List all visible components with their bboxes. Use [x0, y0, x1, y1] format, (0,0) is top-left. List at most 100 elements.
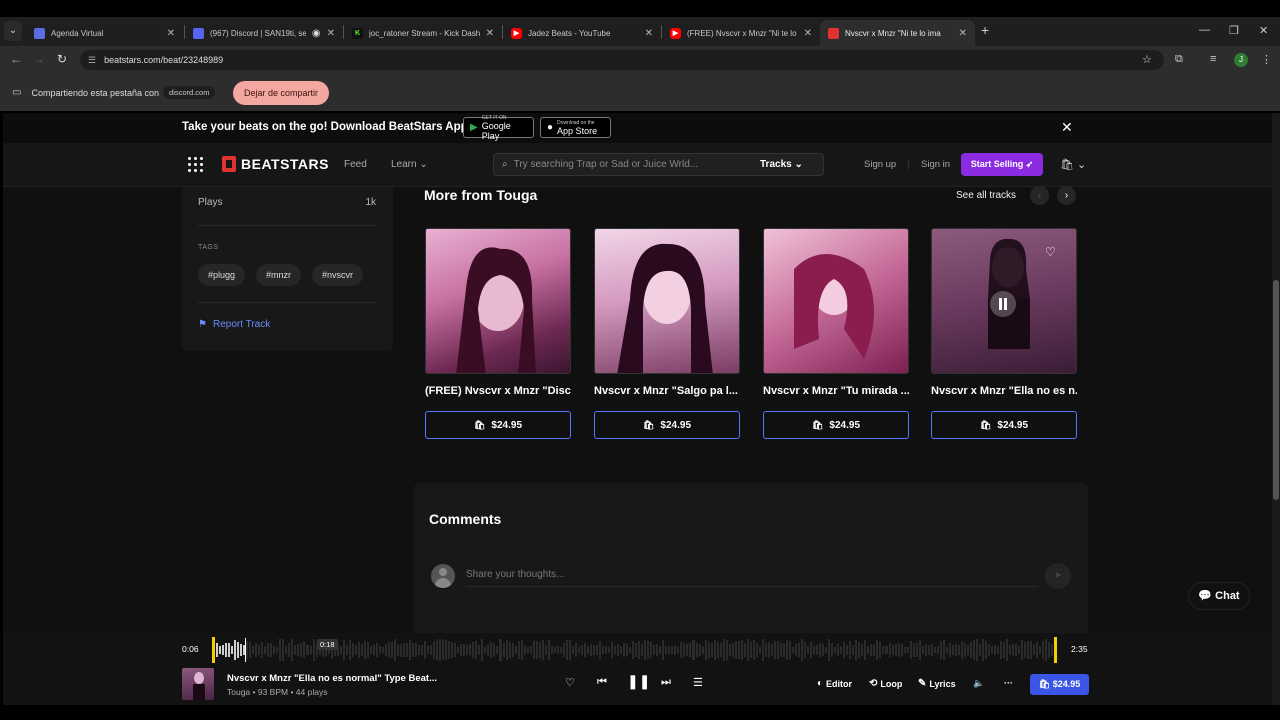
lyrics-button[interactable]: ✎ Lyrics [918, 678, 956, 689]
waveform-bar [228, 642, 231, 658]
restore-icon[interactable]: ❐ [1229, 24, 1239, 37]
search-input[interactable]: ⌕ Try searching Trap or Sad or Juice Wrl… [493, 153, 824, 176]
waveform-seekbar[interactable] [213, 637, 1057, 663]
waveform-bar [351, 643, 354, 657]
track-title[interactable]: Nvscvr x Mnzr "Salgo pa l... [594, 385, 740, 397]
close-icon[interactable]: ✕ [804, 28, 812, 39]
price-button[interactable]: 🛍 $24.95 [594, 411, 740, 439]
waveform-bar [635, 643, 638, 657]
playhead[interactable] [245, 638, 246, 662]
tab-search-chevron-icon[interactable]: ⌄ [4, 21, 22, 41]
track-cover[interactable] [594, 228, 740, 374]
window-close-icon[interactable]: ✕ [1259, 24, 1268, 37]
close-icon[interactable]: ✕ [167, 28, 175, 39]
waveform-bar [891, 645, 894, 655]
price-button[interactable]: 🛍 $24.95 [763, 411, 909, 439]
next-track-icon[interactable]: ⏭ [661, 676, 671, 689]
report-track-link[interactable]: ⚑ Report Track [198, 319, 270, 330]
price-button[interactable]: 🛍 $24.95 [425, 411, 571, 439]
browser-tab[interactable]: K joc_ratoner Stream - Kick Dashb ✕ [344, 20, 502, 46]
waveform-bar [300, 642, 303, 658]
track-cover[interactable] [425, 228, 571, 374]
new-tab-icon[interactable]: + [981, 22, 989, 38]
volume-icon[interactable]: 🔈 [973, 678, 984, 689]
signin-link[interactable]: Sign in [921, 159, 950, 170]
track-title[interactable]: Nvscvr x Mnzr "Ella no es n... [931, 385, 1077, 397]
start-selling-button[interactable]: Start Selling ➶ [961, 153, 1043, 176]
chat-button[interactable]: 💬 Chat [1188, 582, 1250, 610]
browser-tab[interactable]: (967) Discord | SAN19ti, sel ◉ ✕ [185, 20, 343, 46]
waveform-bar [924, 643, 927, 657]
browser-tab-active[interactable]: Nvscvr x Mnzr "Ni te lo ima ✕ [820, 20, 975, 46]
close-icon[interactable]: ✕ [486, 28, 494, 39]
address-bar[interactable]: ☰ beatstars.com/beat/23248989 [80, 50, 1164, 70]
search-scope-dropdown[interactable]: Tracks ⌄ [760, 159, 803, 170]
scrollbar-thumb[interactable] [1273, 280, 1279, 500]
media-controls-icon[interactable]: ≡ [1210, 53, 1216, 65]
waveform-bar [508, 642, 511, 658]
see-all-link[interactable]: See all tracks [956, 190, 1016, 201]
price-button[interactable]: 🛍 $24.95 [931, 411, 1077, 439]
site-logo[interactable]: BEATSTARS [241, 156, 329, 172]
close-icon[interactable]: ✕ [1061, 119, 1073, 136]
google-play-badge[interactable]: ▶ GET IT ON Google Play [463, 115, 534, 141]
editor-button[interactable]: ◐ Editor [817, 678, 852, 689]
portrait-image [617, 243, 713, 373]
waveform-bar [674, 644, 677, 656]
track-title[interactable]: Nvscvr x Mnzr "Tu mirada ... [763, 385, 909, 397]
back-icon[interactable]: ← [10, 52, 22, 66]
carousel-prev-icon[interactable]: ‹ [1030, 186, 1049, 205]
pause-icon[interactable] [990, 291, 1016, 317]
beatstars-logo-icon[interactable] [222, 156, 236, 172]
waveform-bar [291, 639, 294, 661]
profile-avatar[interactable]: J [1234, 53, 1248, 67]
carousel-next-icon[interactable]: › [1057, 186, 1076, 205]
waveform-bar [1039, 645, 1042, 655]
cart-icon[interactable]: 🛍 ⌄ [1060, 158, 1086, 171]
close-icon[interactable]: ✕ [645, 28, 653, 39]
waveform-bar [870, 644, 873, 656]
stop-sharing-button[interactable]: Dejar de compartir [233, 81, 329, 105]
bookmark-star-icon[interactable]: ☆ [1142, 53, 1152, 66]
loop-button[interactable]: ⟲ Loop [869, 678, 902, 689]
minimize-icon[interactable]: — [1199, 24, 1210, 36]
comment-input[interactable]: Share your thoughts... [466, 569, 1038, 587]
buy-button[interactable]: 🛍 $24.95 [1030, 674, 1089, 695]
browser-tab[interactable]: ▶ Jadez Beats - YouTube ✕ [503, 20, 661, 46]
portrait-image [456, 247, 536, 373]
tag-pill[interactable]: #mnzr [256, 264, 302, 286]
waveform-bar [972, 639, 975, 661]
app-store-badge[interactable]: ● Download on the App Store [540, 117, 611, 138]
more-options-icon[interactable]: ··· [1004, 678, 1013, 688]
nav-learn[interactable]: Learn ⌄ [391, 159, 428, 170]
queue-icon[interactable]: ☰ [693, 676, 703, 689]
waveform-bar [246, 640, 249, 660]
browser-tab[interactable]: Agenda Virtual ✕ [26, 20, 183, 46]
forward-icon[interactable]: → [33, 52, 45, 66]
signup-link[interactable]: Sign up [864, 159, 896, 170]
extensions-icon[interactable]: ⧉ [1175, 53, 1183, 66]
tag-pill[interactable]: #nvscvr [312, 264, 364, 286]
close-icon[interactable]: ✕ [327, 28, 335, 39]
reload-icon[interactable]: ↻ [57, 52, 67, 66]
plays-value: 1k [365, 197, 376, 208]
track-cover[interactable] [763, 228, 909, 374]
waveform-bar [481, 639, 484, 661]
previous-track-icon[interactable]: ⏮ [597, 676, 607, 689]
browser-tab[interactable]: ▶ (FREE) Nvscvr x Mnzr "Ni te lo i ✕ [662, 20, 820, 46]
tag-pill[interactable]: #plugg [198, 264, 246, 286]
more-vertical-icon[interactable]: ⋮ [1261, 53, 1272, 66]
waveform-bar [788, 641, 791, 659]
now-playing-thumbnail[interactable] [182, 668, 214, 700]
nav-feed[interactable]: Feed [344, 159, 367, 170]
waveform-bar [592, 645, 595, 655]
apps-grid-icon[interactable] [188, 157, 203, 172]
send-icon[interactable]: ➤ [1045, 563, 1071, 589]
site-info-icon[interactable]: ☰ [88, 55, 96, 66]
heart-icon[interactable]: ♡ [1045, 245, 1056, 259]
pause-icon[interactable]: ❚❚ [627, 673, 650, 690]
close-icon[interactable]: ✕ [959, 28, 967, 39]
like-heart-icon[interactable]: ♡ [565, 676, 575, 689]
track-title[interactable]: (FREE) Nvscvr x Mnzr "Disc... [425, 385, 571, 397]
now-playing-title[interactable]: Nvscvr x Mnzr "Ella no es normal" Type B… [227, 673, 437, 684]
